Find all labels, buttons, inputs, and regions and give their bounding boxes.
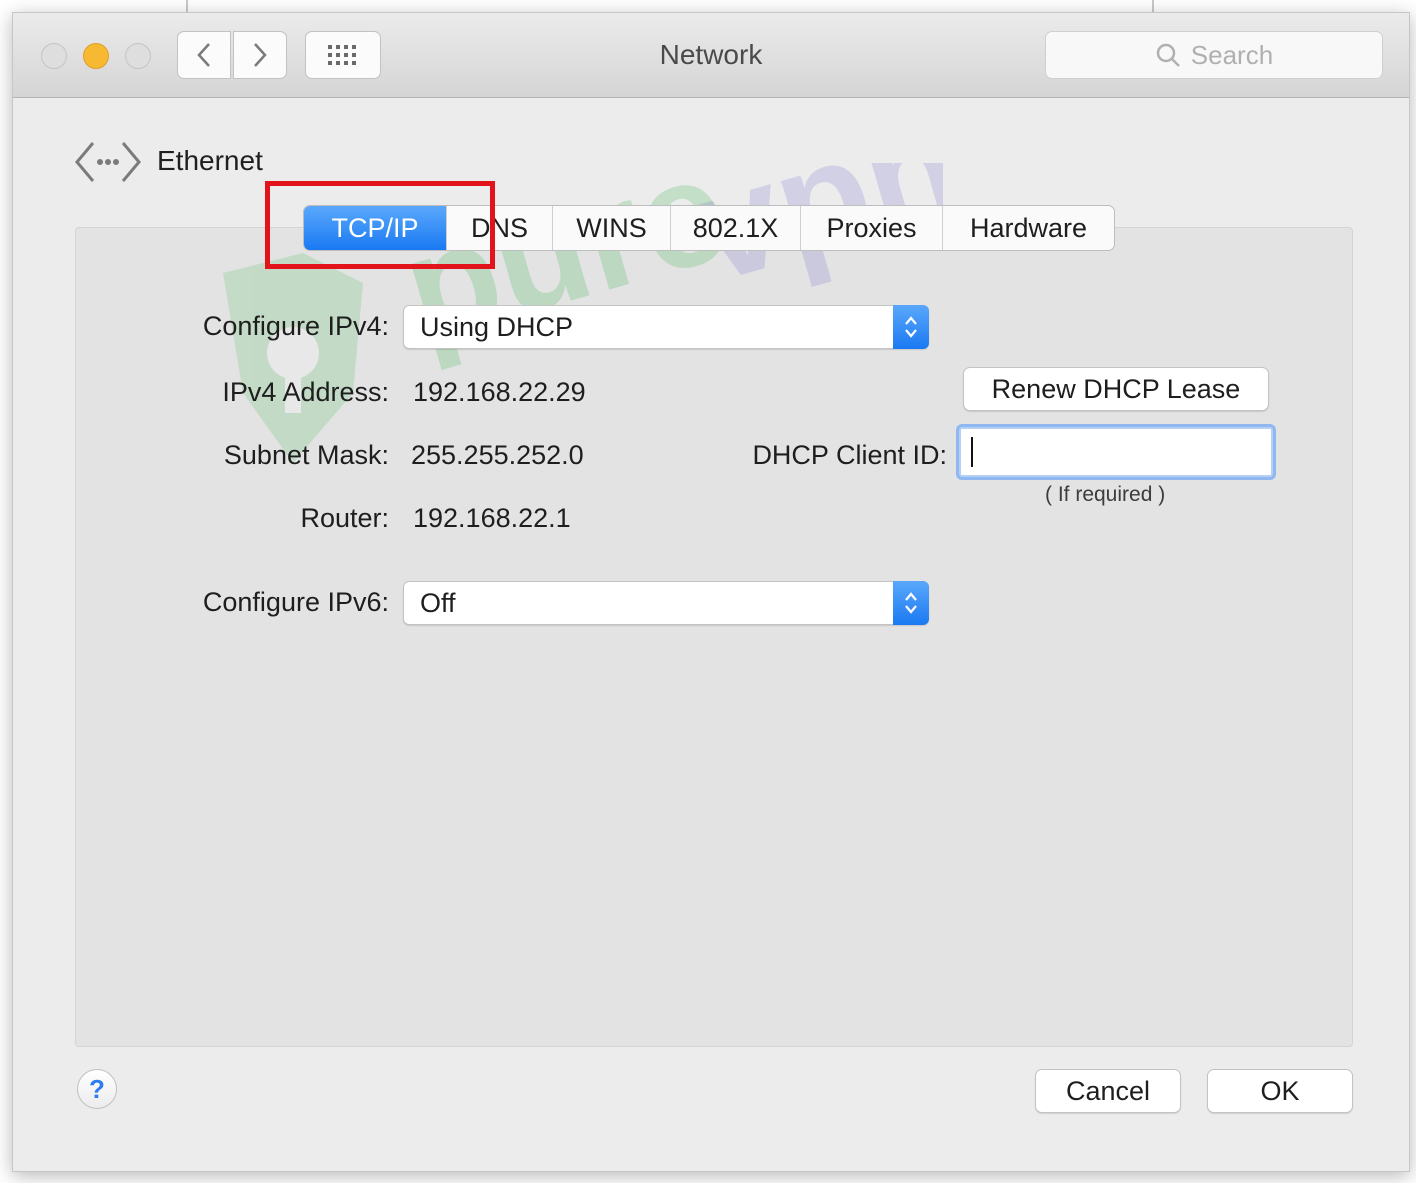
renew-dhcp-lease-button[interactable]: Renew DHCP Lease [963,367,1269,411]
popup-stepper [893,305,929,349]
up-down-arrows-icon [905,316,917,338]
ok-button[interactable]: OK [1207,1069,1353,1113]
configure-ipv4-popup[interactable]: Using DHCP [403,305,929,349]
dhcp-client-id-label: DHCP Client ID: [752,440,947,470]
subnet-mask-label: Subnet Mask: [223,440,389,470]
popup-stepper [893,581,929,625]
ethernet-icon [75,142,141,182]
tab-proxies[interactable]: Proxies [800,206,942,250]
router-value: 192.168.22.1 [413,503,571,533]
search-placeholder: Search [1190,39,1274,70]
ipv4-address-value: 192.168.22.29 [413,377,586,407]
text-caret [971,437,973,467]
tab-wins[interactable]: WINS [552,206,670,250]
cancel-button[interactable]: Cancel [1035,1069,1181,1113]
search-field[interactable]: Search [1045,31,1383,79]
ipv4-address-label: IPv4 Address: [222,377,389,407]
dhcp-client-id-field[interactable] [959,427,1273,477]
configure-ipv6-label: Configure IPv6: [202,587,389,617]
search-icon [1156,43,1180,67]
configure-ipv4-value: Using DHCP [420,312,574,342]
subnet-mask-value: 255.255.252.0 [411,440,584,470]
client-id-hint: ( If required ) [1045,483,1166,506]
tab-8021x[interactable]: 802.1X [670,206,800,250]
title-bar: Network Search [13,13,1409,98]
settings-panel [75,227,1353,1047]
tab-hardware[interactable]: Hardware [942,206,1114,250]
router-label: Router: [300,503,389,533]
background-window-edge [1152,0,1154,12]
interface-name: Ethernet [157,145,263,176]
configure-ipv6-popup[interactable]: Off [403,581,929,625]
background-window-edge [186,0,188,12]
up-down-arrows-icon [905,592,917,614]
help-button[interactable]: ? [77,1069,117,1109]
configure-ipv4-label: Configure IPv4: [202,311,389,341]
highlight-box [265,181,495,269]
network-preferences-window: Network Search Ethernet pure vpn TCP/IP … [12,12,1410,1172]
configure-ipv6-value: Off [420,588,456,618]
